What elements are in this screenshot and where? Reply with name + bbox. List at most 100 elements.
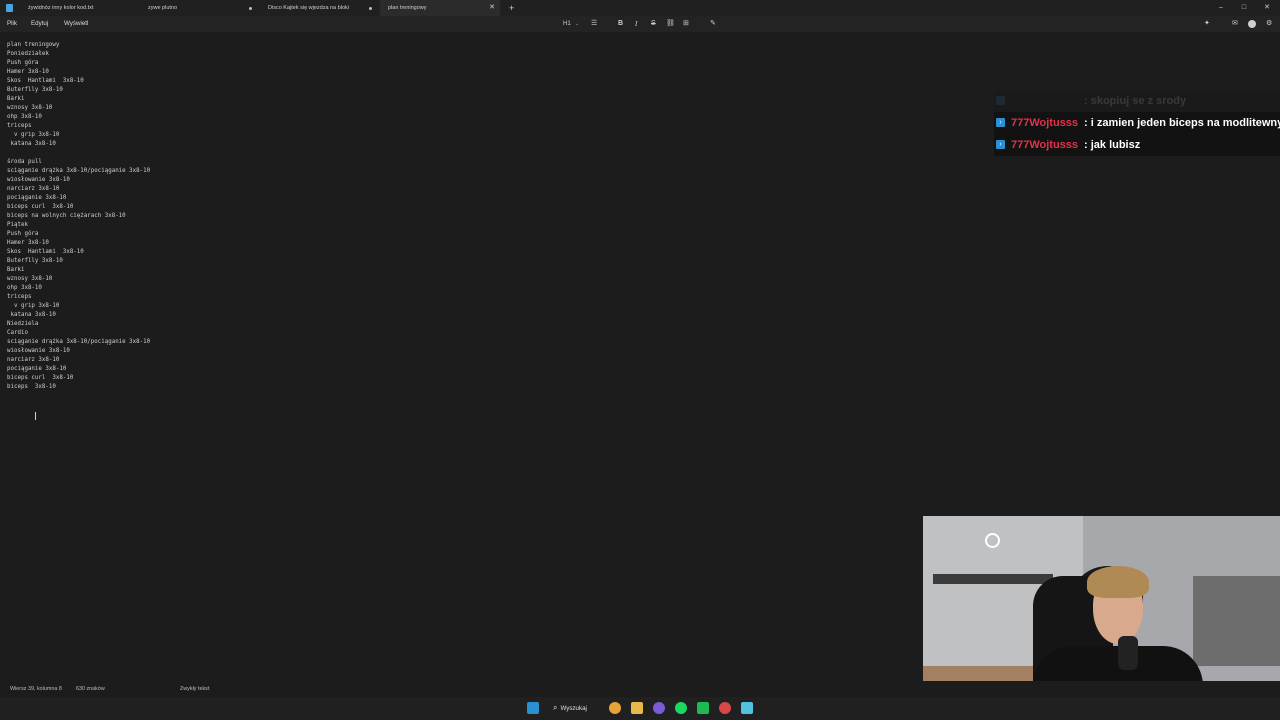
menu-edit[interactable]: Edytuj bbox=[31, 16, 48, 32]
document-line[interactable]: Cardio bbox=[7, 329, 150, 338]
document-line[interactable]: katana 3x8-10 bbox=[7, 311, 150, 320]
document-line[interactable]: wznosy 3x8-10 bbox=[7, 275, 150, 284]
chat-text: : skopiuj se z srody bbox=[1084, 95, 1187, 107]
document-line[interactable]: Push góra bbox=[7, 230, 150, 239]
close-tab-icon[interactable]: ✕ bbox=[489, 0, 495, 16]
document-line[interactable]: środa pull bbox=[7, 158, 150, 167]
document-line[interactable] bbox=[7, 149, 150, 158]
document-line[interactable]: ohp 3x8-10 bbox=[7, 113, 150, 122]
document-line[interactable]: Push góra bbox=[7, 59, 150, 68]
document-line[interactable]: pociąganie 3x8-10 bbox=[7, 365, 150, 374]
document-line[interactable]: plan treningowy bbox=[7, 41, 150, 50]
status-bar: Wiersz 39, kolumna 8 630 znaków Zwykły t… bbox=[0, 681, 1280, 697]
chat-username: 777Wojtusss bbox=[1011, 139, 1079, 151]
document-line[interactable]: wiosłowanie 3x8-10 bbox=[7, 347, 150, 356]
chevron-down-icon: ⌄ bbox=[575, 21, 580, 27]
chat-message: : skopiuj se z srody bbox=[994, 90, 1280, 112]
tab-label: żywidnóz inny kolor kod.txt bbox=[28, 5, 94, 11]
tab-zywe-plutno[interactable]: zywe plutno bbox=[140, 0, 260, 16]
mouse-cursor-ring-icon bbox=[985, 533, 1000, 548]
document-line[interactable]: Barki bbox=[7, 95, 150, 104]
heading-dropdown[interactable]: H1 bbox=[563, 16, 571, 32]
webcam-shelf bbox=[933, 574, 1053, 584]
account-avatar[interactable] bbox=[1248, 20, 1256, 28]
document-line[interactable]: Barki bbox=[7, 266, 150, 275]
document-line[interactable]: wznosy 3x8-10 bbox=[7, 104, 150, 113]
document-line[interactable]: narciarz 3x8-10 bbox=[7, 185, 150, 194]
unsaved-dot-icon bbox=[249, 7, 252, 10]
maximize-button[interactable]: □ bbox=[1234, 0, 1254, 16]
menu-file[interactable]: Plik bbox=[7, 16, 17, 32]
document-line[interactable]: wiosłowanie 3x8-10 bbox=[7, 176, 150, 185]
document-line[interactable]: v grip 3x8-10 bbox=[7, 131, 150, 140]
document-line[interactable]: sciąganie drążka 3x8-10/pociąganie 3x8-1… bbox=[7, 338, 150, 347]
chat-badge-icon: › bbox=[996, 140, 1005, 149]
spotify-icon[interactable] bbox=[675, 702, 687, 714]
document-line[interactable]: Buterflly 3x8-10 bbox=[7, 86, 150, 95]
file-explorer-icon[interactable] bbox=[631, 702, 643, 714]
document-line[interactable]: Piątek bbox=[7, 221, 150, 230]
chat-message: › 777Wojtusss : i zamien jeden biceps na… bbox=[994, 112, 1280, 134]
cursor-position: Wiersz 39, kolumna 8 bbox=[10, 686, 62, 692]
document-line[interactable]: triceps bbox=[7, 122, 150, 131]
close-window-button[interactable]: ✕ bbox=[1257, 0, 1277, 16]
document-line[interactable]: Niedziela bbox=[7, 320, 150, 329]
document-line[interactable]: sciąganie drążka 3x8-10/pociąganie 3x8-1… bbox=[7, 167, 150, 176]
chat-username: 777Wojtusss bbox=[1011, 117, 1079, 129]
tab-disco-kajtek[interactable]: Disco Kajtek się wjezdza na bloki bbox=[260, 0, 380, 16]
list-icon[interactable]: ☰ bbox=[591, 16, 597, 32]
start-windows-icon[interactable] bbox=[527, 702, 539, 714]
search-icon: ⌕ bbox=[553, 703, 558, 712]
tab-label: Disco Kajtek się wjezdza na bloki bbox=[268, 5, 350, 11]
chrome-icon[interactable] bbox=[609, 702, 621, 714]
clear-format-icon[interactable]: ✎ bbox=[710, 16, 716, 32]
char-count: 630 znaków bbox=[76, 686, 105, 692]
document-line[interactable]: v grip 3x8-10 bbox=[7, 302, 150, 311]
text-cursor bbox=[35, 412, 36, 420]
document-line[interactable]: katana 3x8-10 bbox=[7, 140, 150, 149]
document-text[interactable]: plan treningowy Poniedziałek Push góra Hame… bbox=[7, 41, 150, 392]
document-line[interactable]: Hamer 3x8-10 bbox=[7, 68, 150, 77]
webcam-microphone bbox=[1118, 636, 1138, 670]
document-line[interactable]: Skos Hantlami 3x8-10 bbox=[7, 248, 150, 257]
taskbar-search[interactable]: ⌕ Wyszukaj bbox=[553, 701, 587, 715]
document-line[interactable]: Buterflly 3x8-10 bbox=[7, 257, 150, 266]
tab-zywidnoz[interactable]: żywidnóz inny kolor kod.txt bbox=[20, 0, 140, 16]
new-tab-button[interactable]: + bbox=[509, 0, 514, 16]
document-line[interactable]: narciarz 3x8-10 bbox=[7, 356, 150, 365]
notepad-taskbar-icon[interactable] bbox=[741, 702, 753, 714]
unsaved-dot-icon bbox=[369, 7, 372, 10]
obs-record-icon[interactable] bbox=[719, 702, 731, 714]
tab-label: plan treningowy bbox=[388, 5, 427, 11]
tab-plan-treningowy[interactable]: plan treningowy ✕ bbox=[380, 0, 500, 16]
webcam-person-hair bbox=[1087, 566, 1149, 598]
document-line[interactable]: biceps na wolnych ciężarach 3x8-10 bbox=[7, 212, 150, 221]
document-line[interactable]: ohp 3x8-10 bbox=[7, 284, 150, 293]
minimize-button[interactable]: – bbox=[1211, 0, 1231, 16]
strikethrough-button[interactable]: S bbox=[651, 16, 656, 32]
media-player-icon[interactable] bbox=[697, 702, 709, 714]
copilot-icon[interactable]: ✦ bbox=[1204, 16, 1210, 32]
settings-gear-icon[interactable]: ⚙ bbox=[1266, 16, 1272, 32]
webcam-sofa bbox=[1193, 576, 1280, 666]
menu-view[interactable]: Wyświetl bbox=[64, 16, 88, 32]
document-line[interactable]: Hamer 3x8-10 bbox=[7, 239, 150, 248]
feedback-icon[interactable]: ✉ bbox=[1232, 16, 1238, 32]
document-line[interactable]: biceps curl 3x8-10 bbox=[7, 203, 150, 212]
bold-button[interactable]: B bbox=[618, 16, 623, 32]
table-icon[interactable]: ⊞ bbox=[683, 16, 689, 32]
document-line[interactable]: biceps curl 3x8-10 bbox=[7, 374, 150, 383]
document-line[interactable]: pociąganie 3x8-10 bbox=[7, 194, 150, 203]
menu-bar: Plik Edytuj Wyświetl H1 ⌄ ☰ B I S ⛓ ⊞ ✎ … bbox=[0, 16, 1280, 32]
messenger-icon[interactable] bbox=[653, 702, 665, 714]
taskbar: ⌕ Wyszukaj bbox=[0, 697, 1280, 720]
tab-label: zywe plutno bbox=[148, 5, 178, 11]
document-line[interactable]: Poniedziałek bbox=[7, 50, 150, 59]
document-line[interactable]: biceps 3x8-10 bbox=[7, 383, 150, 392]
document-line[interactable]: triceps bbox=[7, 293, 150, 302]
italic-button[interactable]: I bbox=[635, 16, 637, 32]
link-icon[interactable]: ⛓ bbox=[666, 16, 675, 32]
tab-strip: żywidnóz inny kolor kod.txt zywe plutno … bbox=[0, 0, 1280, 16]
text-format[interactable]: Zwykły tekst bbox=[180, 681, 209, 697]
document-line[interactable]: Skos Hantlami 3x8-10 bbox=[7, 77, 150, 86]
